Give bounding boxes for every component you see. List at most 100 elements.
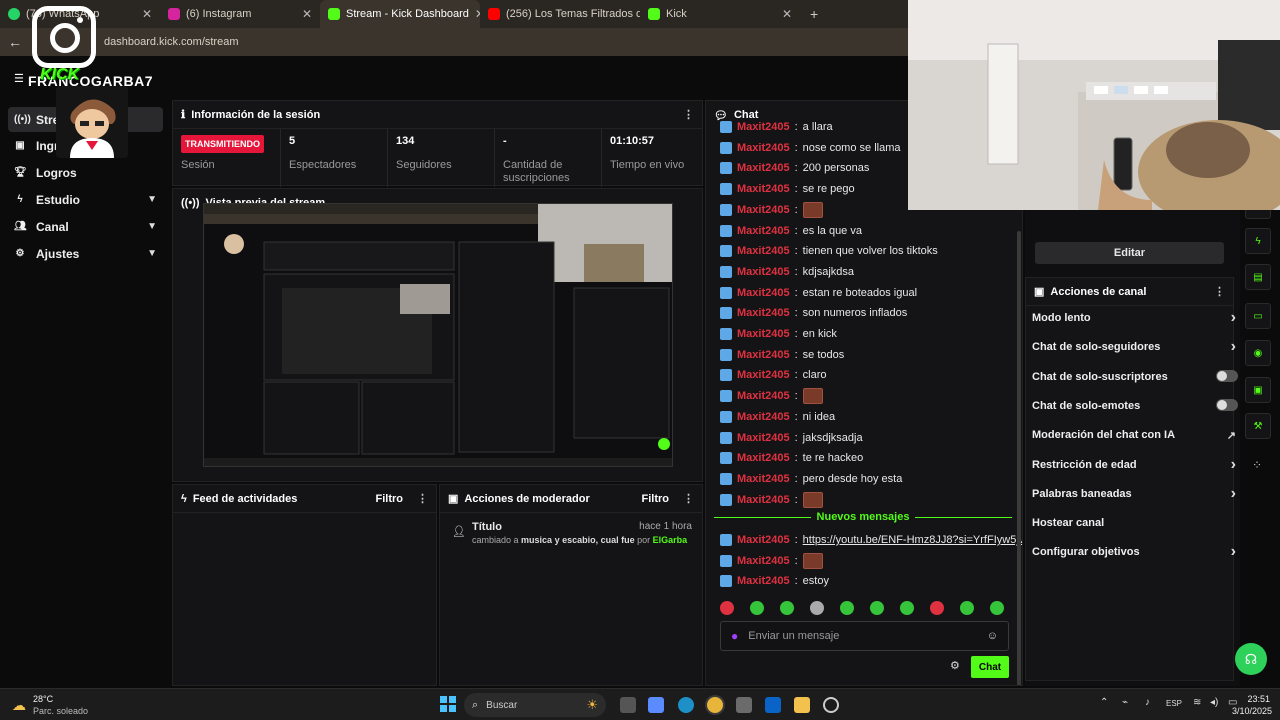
taskbar-search[interactable]: ⌕ Buscar ☀ <box>464 693 606 717</box>
chat-username[interactable]: Maxit2405 <box>737 534 790 546</box>
chrome-icon[interactable] <box>707 697 723 713</box>
chat-username[interactable]: Maxit2405 <box>737 307 790 319</box>
sidebar-item-estudio[interactable]: ϟ Estudio ▼ <box>8 187 163 212</box>
more-options-icon[interactable]: ⋮ <box>683 492 694 505</box>
store-icon[interactable] <box>736 697 752 713</box>
chat-username[interactable]: Maxit2405 <box>737 183 790 195</box>
obs-icon[interactable] <box>823 697 839 713</box>
send-chat-button[interactable]: Chat <box>971 656 1009 678</box>
chat-username[interactable]: Maxit2405 <box>737 369 790 381</box>
clock-time[interactable]: 23:51 <box>1246 694 1270 704</box>
chat-scrollbar[interactable] <box>1017 231 1021 685</box>
emote-icon[interactable] <box>810 601 824 615</box>
channel-action-8[interactable]: Configurar objetivos › <box>1032 542 1236 562</box>
close-icon[interactable]: ✕ <box>302 7 312 21</box>
users-icon[interactable]: ▣ <box>1245 377 1271 403</box>
filter-button[interactable]: Filtro <box>376 493 404 505</box>
clock-date[interactable]: 3/10/2025 <box>1228 706 1272 716</box>
channel-action-3[interactable]: Chat de solo-emotes <box>1032 396 1238 416</box>
tab-kick[interactable]: Kick ✕ <box>640 0 800 28</box>
channel-action-7[interactable]: Hostear canal <box>1032 513 1232 533</box>
chat-bubble-icon[interactable]: ▭ <box>1245 303 1271 329</box>
channel-action-1[interactable]: Chat de solo-seguidores › <box>1032 337 1236 357</box>
menu-icon[interactable]: ☰ <box>14 72 24 85</box>
sidebar-item-logros[interactable]: 🏆︎ Logros <box>8 160 163 185</box>
close-icon[interactable]: ✕ <box>782 7 792 21</box>
chat-username[interactable]: Maxit2405 <box>737 432 790 444</box>
tab-youtube[interactable]: (256) Los Temas Filtrados del D ✕ <box>480 0 640 28</box>
chat-username[interactable]: Maxit2405 <box>737 287 790 299</box>
chat-username[interactable]: Maxit2405 <box>737 266 790 278</box>
stream-preview-video[interactable] <box>203 203 673 467</box>
chat-username[interactable]: Maxit2405 <box>737 575 790 587</box>
windows-start-icon[interactable] <box>440 696 456 712</box>
tab-kick-dashboard[interactable]: Stream - Kick Dashboard ✕ <box>320 0 480 28</box>
channel-action-4[interactable]: Moderación del chat con IA ↗ <box>1032 425 1236 445</box>
emote-icon[interactable] <box>840 601 854 615</box>
chat-username[interactable]: Maxit2405 <box>737 204 790 216</box>
more-options-icon[interactable]: ⋮ <box>417 492 428 505</box>
edit-button[interactable]: Editar <box>1035 242 1224 264</box>
toggle-switch[interactable] <box>1216 369 1238 382</box>
emote-icon[interactable] <box>900 601 914 615</box>
filter-button[interactable]: Filtro <box>642 493 670 505</box>
emote-icon[interactable] <box>780 601 794 615</box>
emote-icon[interactable] <box>870 601 884 615</box>
toggle-switch[interactable] <box>1216 398 1238 411</box>
close-icon[interactable]: ✕ <box>142 7 152 21</box>
microphone-icon[interactable]: ● <box>731 629 738 643</box>
wrench-icon[interactable]: ⚒ <box>1245 413 1271 439</box>
chat-username[interactable]: Maxit2405 <box>737 142 790 154</box>
help-headset-icon[interactable]: ☊ <box>1235 643 1267 675</box>
apps-icon[interactable]: ⁘ <box>1252 458 1262 472</box>
copilot-icon[interactable] <box>648 697 664 713</box>
channel-action-0[interactable]: Modo lento › <box>1032 308 1236 328</box>
sidebar-item-canal[interactable]: 👥︎ Canal ▼ <box>8 214 163 239</box>
chat-username[interactable]: Maxit2405 <box>737 245 790 257</box>
chat-username[interactable]: Maxit2405 <box>737 162 790 174</box>
chat-settings-icon[interactable]: ⚙ <box>950 659 960 672</box>
language-indicator[interactable]: ESP <box>1166 699 1182 708</box>
lightning-icon[interactable]: ϟ <box>1245 228 1271 254</box>
url-field[interactable]: dashboard.kick.com/stream <box>104 36 239 48</box>
more-options-icon[interactable]: ⋮ <box>1214 285 1225 298</box>
emote-icon[interactable] <box>960 601 974 615</box>
emote-icon[interactable] <box>750 601 764 615</box>
task-view-icon[interactable] <box>620 697 636 713</box>
channel-action-6[interactable]: Palabras baneadas › <box>1032 484 1236 504</box>
chat-input[interactable]: ● Enviar un mensaje ☺ <box>720 621 1009 651</box>
microphone-icon[interactable]: ♪ <box>1145 697 1150 708</box>
emote-icon[interactable] <box>720 601 734 615</box>
chat-username[interactable]: Maxit2405 <box>737 452 790 464</box>
chevron-up-icon[interactable]: ⌃ <box>1100 697 1108 708</box>
channel-action-5[interactable]: Restricción de edad › <box>1032 455 1236 475</box>
chat-username[interactable]: Maxit2405 <box>737 121 790 133</box>
volume-icon[interactable]: ◂) <box>1210 697 1218 708</box>
chat-username[interactable]: Maxit2405 <box>737 411 790 423</box>
broadcast-icon[interactable]: ◉ <box>1245 340 1271 366</box>
sidebar-item-ajustes[interactable]: ⚙ Ajustes ▼ <box>8 241 163 266</box>
chat-username[interactable]: Maxit2405 <box>737 494 790 506</box>
chat-message-link[interactable]: https://youtu.be/ENF-Hmz8JJ8?si=YrfFIyw5… <box>803 534 1022 546</box>
chat-username[interactable]: Maxit2405 <box>737 349 790 361</box>
wifi-icon[interactable]: ≋ <box>1193 697 1201 708</box>
channel-action-2[interactable]: Chat de solo-suscriptores <box>1032 367 1238 387</box>
emote-icon[interactable] <box>930 601 944 615</box>
outlook-icon[interactable] <box>765 697 781 713</box>
edge-icon[interactable] <box>678 697 694 713</box>
emote-icon[interactable] <box>990 601 1004 615</box>
file-explorer-icon[interactable] <box>794 697 810 713</box>
back-arrow-icon[interactable]: ← <box>0 34 30 50</box>
more-options-icon[interactable]: ⋮ <box>683 108 694 121</box>
new-tab-button[interactable]: + <box>800 0 828 28</box>
chat-username[interactable]: Maxit2405 <box>737 225 790 237</box>
chat-username[interactable]: Maxit2405 <box>737 473 790 485</box>
chat-username[interactable]: Maxit2405 <box>737 555 790 567</box>
document-icon[interactable]: ▤ <box>1245 264 1271 290</box>
network-icon[interactable]: ⌁ <box>1122 697 1128 708</box>
emoji-icon[interactable]: ☺ <box>987 630 998 642</box>
chat-username[interactable]: Maxit2405 <box>737 390 790 402</box>
chat-separator: : <box>794 224 798 237</box>
chat-username[interactable]: Maxit2405 <box>737 328 790 340</box>
tab-instagram[interactable]: (6) Instagram ✕ <box>160 0 320 28</box>
